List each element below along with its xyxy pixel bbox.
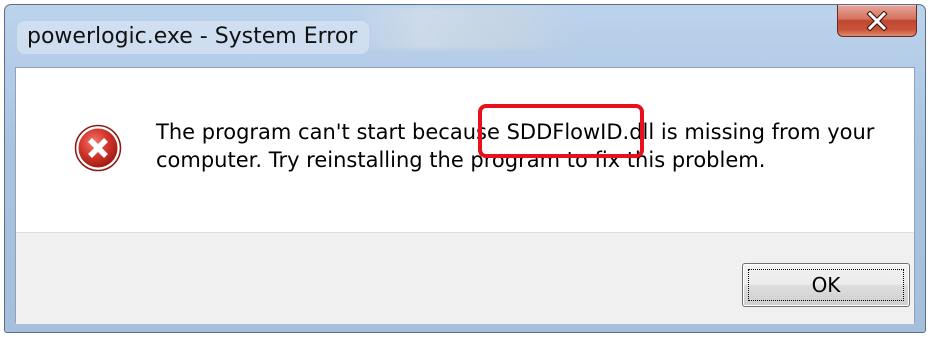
error-message: The program can't start because SDDFlowI… bbox=[156, 118, 886, 174]
dialog-button-area: OK bbox=[16, 232, 914, 324]
close-button[interactable] bbox=[837, 5, 917, 37]
dialog-content: The program can't start because SDDFlowI… bbox=[16, 68, 914, 232]
dialog-client-area: The program can't start because SDDFlowI… bbox=[15, 67, 915, 324]
close-icon bbox=[866, 10, 888, 31]
window-title: powerlogic.exe - System Error bbox=[27, 24, 358, 49]
ok-button[interactable]: OK bbox=[742, 263, 910, 307]
title-bar: powerlogic.exe - System Error bbox=[5, 5, 925, 67]
message-text-before: The program can't start because bbox=[156, 120, 507, 144]
missing-dll-name: SDDFlowID.dll bbox=[506, 120, 655, 144]
error-icon bbox=[74, 124, 122, 172]
system-error-dialog: powerlogic.exe - System Error The progra… bbox=[4, 4, 926, 333]
title-text-container: powerlogic.exe - System Error bbox=[17, 21, 370, 54]
focus-rectangle bbox=[748, 269, 904, 301]
